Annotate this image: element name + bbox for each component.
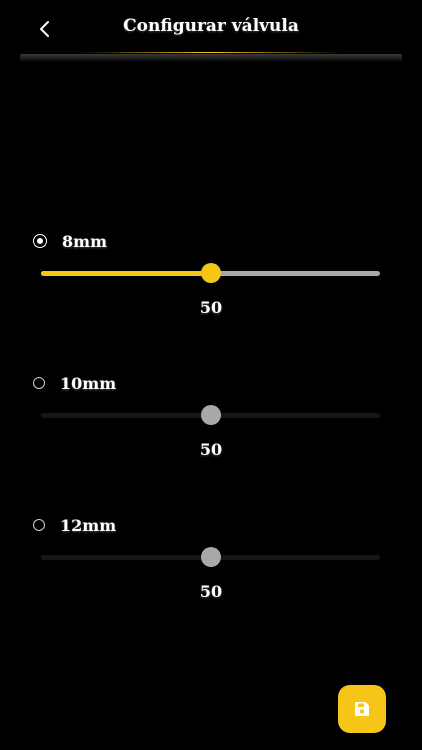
slider-thumb[interactable] xyxy=(200,547,221,567)
slider-value: 50 xyxy=(199,440,223,459)
save-button[interactable] xyxy=(338,685,386,733)
radio-selected-icon[interactable] xyxy=(33,234,47,248)
option-label: 10mm xyxy=(60,373,117,393)
slider-value: 50 xyxy=(199,582,223,601)
slider-thumb[interactable] xyxy=(200,405,221,425)
slider-value: 50 xyxy=(199,298,223,317)
floppy-disk-icon xyxy=(355,702,369,716)
size-slider[interactable] xyxy=(41,262,380,284)
slider-thumb[interactable] xyxy=(200,263,221,283)
slider-track-fill xyxy=(41,555,211,560)
page-title: Configurar válvula xyxy=(123,16,299,36)
valve-option-10mm: 10mm 50 xyxy=(0,372,422,482)
option-label: 8mm xyxy=(62,231,107,251)
header-accent-line xyxy=(80,52,340,53)
option-label: 12mm xyxy=(60,515,117,535)
slider-track-fill xyxy=(41,271,211,276)
header: Configurar válvula xyxy=(0,0,422,62)
valve-option-8mm: 8mm 50 xyxy=(0,230,422,340)
radio-unselected-icon[interactable] xyxy=(33,519,45,531)
radio-unselected-icon[interactable] xyxy=(33,377,45,389)
option-radio-row[interactable]: 10mm xyxy=(33,372,116,394)
header-divider xyxy=(20,54,402,62)
valve-option-12mm: 12mm 50 xyxy=(0,514,422,624)
size-slider[interactable] xyxy=(41,404,380,426)
slider-track-fill xyxy=(41,413,211,418)
option-radio-row[interactable]: 8mm xyxy=(33,230,107,252)
size-slider[interactable] xyxy=(41,546,380,568)
option-radio-row[interactable]: 12mm xyxy=(33,514,116,536)
